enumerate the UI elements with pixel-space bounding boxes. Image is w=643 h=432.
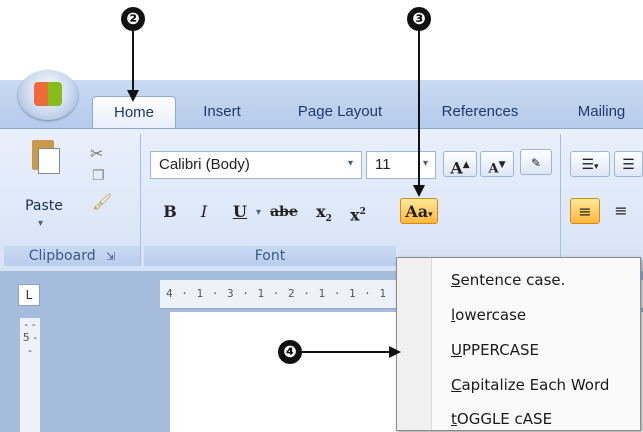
shrink-font-button[interactable]: A▼ <box>480 151 514 177</box>
superscript-button[interactable]: x2 <box>344 199 372 225</box>
menu-item-label: entence case. <box>460 271 566 289</box>
paste-button[interactable]: Paste <box>20 198 68 214</box>
underline-dropdown-icon[interactable]: ▾ <box>256 207 261 218</box>
tab-insert[interactable]: Insert <box>190 96 254 128</box>
change-case-menu: Sentence case. lowercase UPPERCASE Capit… <box>396 257 641 431</box>
tab-selector-icon[interactable]: L <box>18 284 40 306</box>
grow-font-button[interactable]: A▲ <box>443 151 477 177</box>
menu-item-accelerator: U <box>451 341 462 359</box>
tab-mailings[interactable]: Mailing <box>560 96 643 128</box>
numbering-icon: ☰ <box>622 157 635 173</box>
menu-item-uppercase[interactable]: UPPERCASE <box>451 338 539 362</box>
clear-formatting-icon: ✎ <box>530 156 542 170</box>
change-case-label: Aa <box>405 202 429 221</box>
menu-item-capitalize-each-word[interactable]: Capitalize Each Word <box>451 373 609 397</box>
callout-4: ❹ <box>278 340 302 364</box>
font-size-value: 11 <box>375 156 391 173</box>
font-family-dropdown-icon[interactable]: ▾ <box>348 158 353 169</box>
menu-item-label: OGGLE cASE <box>456 410 553 428</box>
menu-item-toggle-case[interactable]: tOGGLE cASE <box>451 407 552 431</box>
subscript-button[interactable]: x2 <box>310 199 338 225</box>
callout-2-arrowhead-icon <box>127 90 139 102</box>
subscript-label: x <box>316 202 326 221</box>
font-size-dropdown-icon[interactable]: ▾ <box>423 158 428 169</box>
clipboard-group-text: Clipboard <box>28 248 96 264</box>
clipboard-group-label: Clipboard ⇲ <box>4 246 140 266</box>
bold-button[interactable]: B <box>158 199 182 225</box>
copy-icon[interactable]: ❐ <box>92 168 105 184</box>
align-left-icon: ≡ <box>578 202 592 221</box>
clear-formatting-button[interactable]: ✎ <box>520 149 552 175</box>
group-separator <box>140 134 141 266</box>
menu-item-label: owercase <box>455 306 527 324</box>
format-painter-icon[interactable]: 🖌 <box>92 192 112 211</box>
menu-item-label: apitalize Each Word <box>461 376 610 394</box>
align-center-icon: ≡ <box>614 201 628 220</box>
menu-item-sentence-case[interactable]: Sentence case. <box>451 268 565 292</box>
cut-icon[interactable]: ✂ <box>90 144 103 163</box>
callout-2-arrow <box>132 31 134 91</box>
font-family-combo[interactable]: Calibri (Body) <box>150 151 362 179</box>
font-family-value: Calibri (Body) <box>159 156 250 173</box>
callout-4-arrowhead-icon <box>389 346 401 358</box>
menu-item-accelerator: S <box>451 271 461 289</box>
group-separator <box>560 134 561 266</box>
callout-3-arrow <box>418 31 420 186</box>
italic-button[interactable]: I <box>192 199 216 225</box>
callout-3-arrowhead-icon <box>413 185 425 197</box>
dialog-launcher-icon[interactable]: ⇲ <box>106 250 115 263</box>
grow-font-label: A <box>450 158 463 178</box>
superscript-label: x <box>350 205 360 225</box>
office-logo-icon <box>34 82 62 106</box>
strikethrough-button[interactable]: abe <box>264 199 304 225</box>
numbering-button[interactable]: ☰ <box>614 151 643 177</box>
align-center-button[interactable]: ≡ <box>606 198 636 224</box>
menu-item-lowercase[interactable]: lowercase <box>451 303 526 327</box>
change-case-button[interactable]: Aa▾ <box>400 198 438 224</box>
menu-item-accelerator: C <box>451 376 462 394</box>
office-button[interactable] <box>18 70 78 120</box>
tab-references[interactable]: References <box>428 96 532 128</box>
bullets-icon: ☰ <box>581 157 595 173</box>
callout-3: ❸ <box>407 7 431 31</box>
tab-page-layout[interactable]: Page Layout <box>280 96 400 128</box>
paste-dropdown-icon[interactable]: ▾ <box>38 218 43 229</box>
shrink-font-label: A <box>488 161 499 177</box>
menu-item-label: PPERCASE <box>461 341 539 359</box>
bullets-button[interactable]: ☰▾ <box>570 151 610 177</box>
menu-icon-gutter <box>397 258 432 430</box>
align-left-button[interactable]: ≡ <box>570 198 600 224</box>
font-group-label: Font <box>144 246 396 266</box>
callout-4-arrow <box>302 351 390 353</box>
paste-icon[interactable] <box>28 140 60 188</box>
font-group-text: Font <box>254 248 286 264</box>
underline-button[interactable]: U <box>228 199 252 225</box>
vertical-ruler[interactable]: - - 5 - - <box>20 318 40 432</box>
callout-2: ❷ <box>121 7 145 31</box>
